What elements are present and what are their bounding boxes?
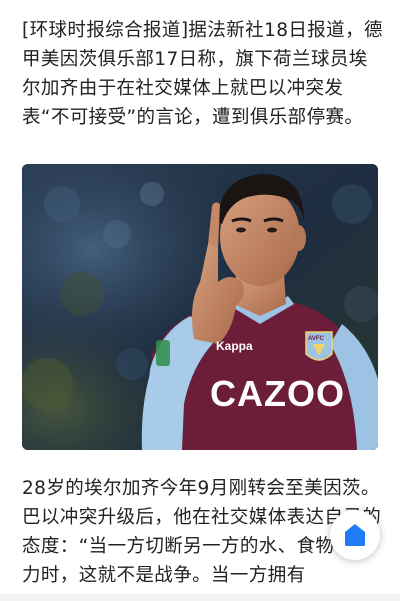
article-paragraph-1: [环球时报综合报道]据法新社18日报道，德甲美因茨俱乐部17日称，旗下荷兰球员埃… [22,20,383,128]
club-badge-icon: AVFC [305,331,333,361]
svg-text:AVFC: AVFC [308,336,325,342]
float-home-button[interactable] [330,510,380,560]
bottom-strip [0,594,400,601]
shirt-sponsor-text: CAZOO [210,373,345,414]
article-view: [环球时报综合报道]据法新社18日报道，德甲美因茨俱乐部17日称，旗下荷兰球员埃… [0,0,400,601]
player-photo-illustration: CAZOO AVFC Kappa [22,164,378,450]
article-photo[interactable]: CAZOO AVFC Kappa [22,164,378,450]
kit-brand-text: Kappa [216,339,253,353]
home-icon [345,524,365,546]
